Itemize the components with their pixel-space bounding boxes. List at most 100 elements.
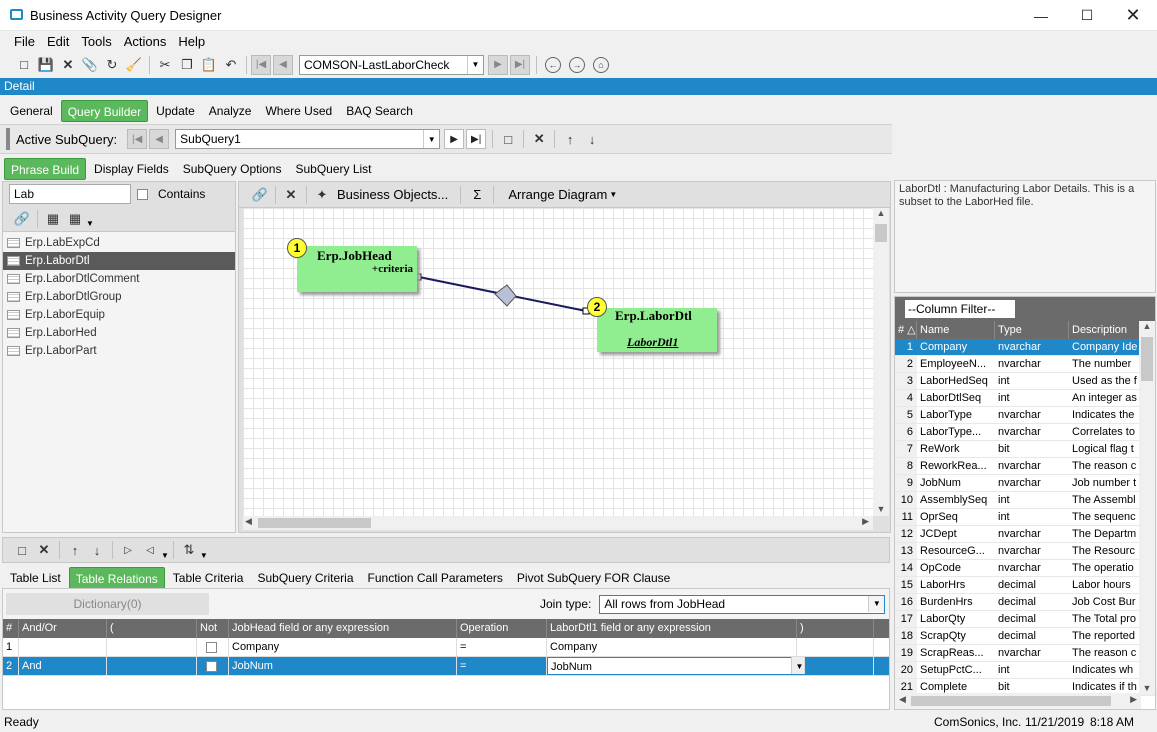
relation-n[interactable]: 1 — [3, 638, 19, 656]
business-objects-icon[interactable]: ✦ — [311, 184, 333, 206]
tab-analyze[interactable]: Analyze — [203, 100, 258, 122]
copy-icon[interactable]: ❐ — [176, 54, 198, 76]
relation-op[interactable]: = — [457, 638, 547, 656]
move-up-icon[interactable]: ↑ — [559, 128, 581, 150]
join-type-select[interactable]: All rows from JobHead ▼ — [599, 594, 886, 614]
home-icon[interactable]: ⌂ — [593, 56, 609, 73]
undo-icon[interactable]: ↶ — [220, 54, 242, 76]
diagram-canvas[interactable]: Erp.JobHead +criteria 1 Erp.LaborDtl Lab… — [243, 208, 873, 516]
table-list-item[interactable]: Erp.LaborPart — [3, 342, 235, 360]
grid-icon[interactable]: ▦ — [42, 208, 64, 230]
col-header-name[interactable]: Name — [917, 321, 995, 339]
next-record-icon[interactable]: ▶ — [488, 54, 508, 75]
delete-relation-icon[interactable]: ✕ — [33, 539, 55, 561]
tab-where-used[interactable]: Where Used — [259, 100, 338, 122]
relation-row[interactable]: 1 Company = Company — [3, 638, 889, 657]
column-row[interactable]: 16 BurdenHrs decimal Job Cost Bur — [895, 594, 1155, 611]
tab-table-relations[interactable]: Table Relations — [68, 567, 165, 589]
tab-subquery-list[interactable]: SubQuery List — [289, 158, 377, 180]
relations-col-header[interactable]: Operation — [457, 619, 547, 638]
new-icon[interactable]: □ — [13, 54, 35, 76]
move-up-icon[interactable]: ↑ — [64, 539, 86, 561]
column-filter-input[interactable]: --Column Filter-- — [905, 300, 1015, 318]
new-relation-icon[interactable]: □ — [11, 539, 33, 561]
tab-query-builder[interactable]: Query Builder — [60, 100, 149, 122]
col-header-type[interactable]: Type — [995, 321, 1069, 339]
indent-left-icon[interactable]: ◁ — [139, 539, 161, 561]
paste-icon[interactable]: 📋 — [198, 54, 220, 76]
tab-general[interactable]: General — [4, 100, 59, 122]
diagram-table-labordtl[interactable]: Erp.LaborDtl LaborDtl1 — [597, 308, 717, 352]
relation-left[interactable]: JobNum — [229, 657, 457, 675]
new-subquery-icon[interactable]: □ — [497, 128, 519, 150]
delete-icon[interactable]: ✕ — [280, 184, 302, 206]
table-list-item[interactable]: Erp.LaborEquip — [3, 306, 235, 324]
relation-op[interactable]: = — [457, 657, 547, 675]
tab-baq-search[interactable]: BAQ Search — [340, 100, 419, 122]
column-row[interactable]: 17 LaborQty decimal The Total pro — [895, 611, 1155, 628]
column-grid-vscroll[interactable]: ▲ ▼ — [1139, 321, 1155, 695]
first-record-icon[interactable]: |◀ — [251, 54, 271, 75]
menu-help[interactable]: Help — [172, 31, 211, 52]
relation-close[interactable] — [797, 638, 874, 656]
relation-n[interactable]: 2 — [3, 657, 19, 675]
last-record-icon[interactable]: ▶| — [510, 54, 530, 75]
chevron-down-icon[interactable]: ▼ — [467, 55, 483, 74]
table-search-input[interactable]: Lab — [9, 184, 131, 204]
relation-not[interactable] — [197, 657, 229, 675]
business-objects-button[interactable]: Business Objects... — [337, 187, 448, 202]
not-checkbox[interactable] — [206, 642, 217, 653]
menu-tools[interactable]: Tools — [75, 31, 117, 52]
relation-close[interactable] — [797, 657, 874, 675]
table-list-item[interactable]: Erp.LaborDtlComment — [3, 270, 235, 288]
relations-col-header[interactable]: JobHead field or any expression — [229, 619, 457, 638]
col-header-num[interactable]: # △ — [895, 321, 917, 339]
relation-right[interactable]: JobNum — [547, 657, 797, 675]
relation-row[interactable]: 2 And JobNum = JobNum ▼ — [3, 657, 889, 676]
relation-paren[interactable] — [107, 638, 197, 656]
column-row[interactable]: 8 ReworkRea... nvarchar The reason c — [895, 458, 1155, 475]
col-header-desc[interactable]: Description — [1069, 321, 1141, 339]
diagram-vscroll[interactable]: ▲ ▼ — [873, 208, 889, 516]
table-list-item[interactable]: Erp.LaborDtlGroup — [3, 288, 235, 306]
minimize-button[interactable]: — — [1018, 0, 1064, 31]
cut-icon[interactable]: ✂ — [154, 54, 176, 76]
delete-subquery-icon[interactable]: ✕ — [528, 128, 550, 150]
attach-icon[interactable]: 📎 — [79, 54, 101, 76]
menu-actions[interactable]: Actions — [118, 31, 173, 52]
column-row[interactable]: 3 LaborHedSeq int Used as the f — [895, 373, 1155, 390]
tab-subquery-criteria[interactable]: SubQuery Criteria — [251, 567, 359, 589]
back-icon[interactable]: ← — [545, 56, 561, 73]
query-combo[interactable]: COMSON-LastLaborCheck ▼ — [299, 54, 484, 75]
column-row[interactable]: 20 SetupPctC... int Indicates wh — [895, 662, 1155, 679]
grid-options-icon[interactable]: ▦ — [64, 208, 86, 230]
contains-checkbox[interactable] — [137, 188, 148, 200]
column-row[interactable]: 4 LaborDtlSeq int An integer as — [895, 390, 1155, 407]
chevron-down-icon[interactable]: ▼ — [161, 551, 169, 560]
refresh-icon[interactable]: ↻ — [101, 54, 123, 76]
tab-display-fields[interactable]: Display Fields — [88, 158, 175, 180]
menu-edit[interactable]: Edit — [41, 31, 75, 52]
chevron-down-icon[interactable]: ▼ — [609, 190, 617, 199]
tab-pivot-subquery-for-clause[interactable]: Pivot SubQuery FOR Clause — [511, 567, 676, 589]
subquery-combo[interactable]: SubQuery1 ▼ — [175, 129, 441, 149]
table-list-item[interactable]: Erp.LaborHed — [3, 324, 235, 342]
column-row[interactable]: 14 OpCode nvarchar The operatio — [895, 560, 1155, 577]
relations-col-header[interactable]: And/Or — [19, 619, 107, 638]
relation-left[interactable]: Company — [229, 638, 457, 656]
column-row[interactable]: 11 OprSeq int The sequenc — [895, 509, 1155, 526]
relation-right[interactable]: Company — [547, 638, 797, 656]
chevron-down-icon[interactable]: ▼ — [868, 595, 885, 612]
tab-subquery-options[interactable]: SubQuery Options — [177, 158, 288, 180]
chevron-down-icon[interactable]: ▼ — [200, 551, 208, 560]
relations-col-header[interactable]: ) — [797, 619, 874, 638]
column-row[interactable]: 1 Company nvarchar Company Ide — [895, 339, 1155, 356]
sort-icon[interactable]: ⇅ — [178, 539, 200, 561]
column-row[interactable]: 18 ScrapQty decimal The reported — [895, 628, 1155, 645]
column-row[interactable]: 6 LaborType... nvarchar Correlates to — [895, 424, 1155, 441]
dictionary-button[interactable]: Dictionary(0) — [6, 593, 209, 615]
column-row[interactable]: 19 ScrapReas... nvarchar The reason c — [895, 645, 1155, 662]
menu-file[interactable]: File — [8, 31, 41, 52]
tab-table-list[interactable]: Table List — [4, 567, 67, 589]
tab-table-criteria[interactable]: Table Criteria — [167, 567, 250, 589]
